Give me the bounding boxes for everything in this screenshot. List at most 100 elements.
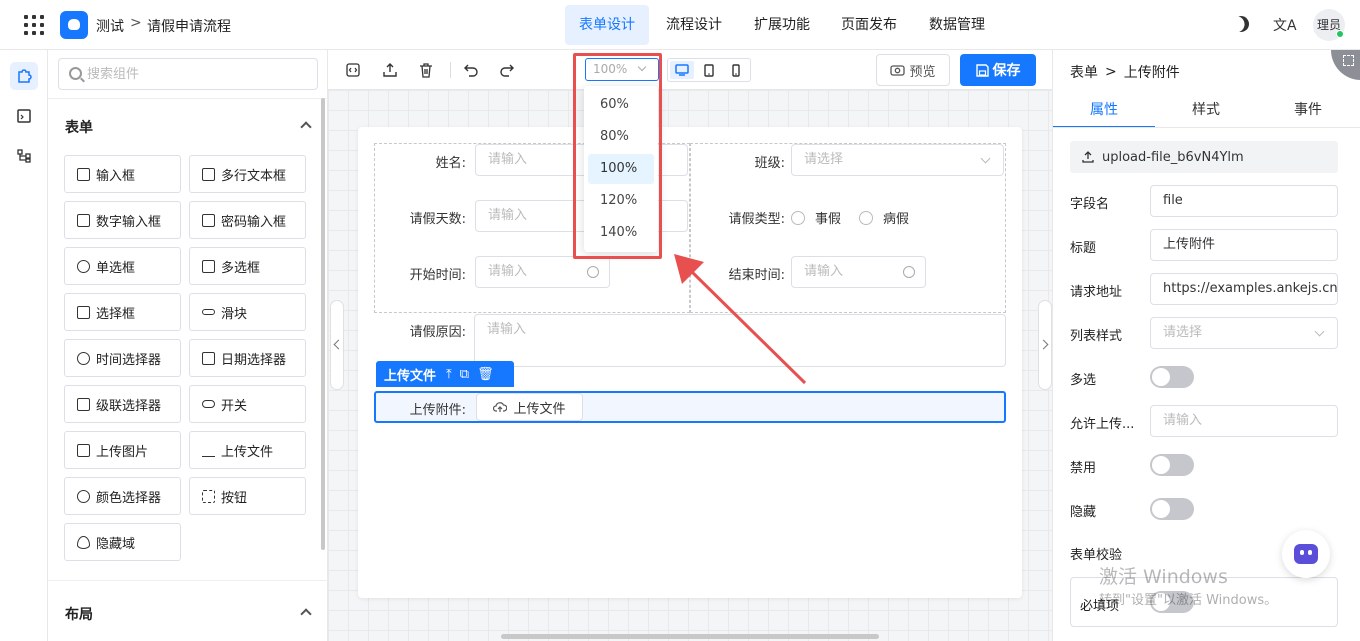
annotation-arrow [674,254,807,385]
tree-icon [17,149,31,163]
class-label: 班级: [754,156,785,171]
chevron-right-icon [1038,339,1049,350]
component-number[interactable]: 数字输入框 [64,201,181,239]
delete-icon[interactable]: 🗑 [477,367,494,382]
hidden-switch[interactable] [1150,498,1194,520]
breadcrumb-separator: > [130,15,142,31]
edit-icon [77,167,90,181]
undo-button[interactable] [463,62,479,78]
component-checkbox[interactable]: 多选框 [189,247,306,285]
canvas-horizontal-scrollbar[interactable] [501,634,879,639]
component-upload-file[interactable]: 上传文件 [189,431,306,469]
upload-field-row[interactable]: 上传附件: 上传文件 [374,391,1006,423]
tree-rail-button[interactable] [10,142,38,170]
component-button[interactable]: 按钮 [189,477,306,515]
copy-icon[interactable]: ⧉ [460,367,469,382]
nav-tab-form-design[interactable]: 表单设计 [565,5,649,45]
upload-label: 上传附件: [409,403,466,418]
nav-tab-publish[interactable]: 页面发布 [827,5,911,45]
code-box-icon [17,109,31,123]
image-icon [77,443,90,457]
nav-tab-extensions[interactable]: 扩展功能 [740,5,824,45]
dark-mode-icon[interactable] [1230,13,1252,35]
list-style-select[interactable]: 请选择 [1150,317,1338,349]
component-color-picker[interactable]: 颜色选择器 [64,477,181,515]
class-select[interactable]: 请选择 [791,144,1004,176]
tab-properties[interactable]: 属性 [1053,92,1155,128]
component-cascader[interactable]: 级联选择器 [64,385,181,423]
redo-button[interactable] [499,62,515,78]
camera-icon [890,65,906,76]
component-password[interactable]: 密码输入框 [189,201,306,239]
calendar-icon [202,351,215,365]
tablet-view-button[interactable] [697,61,721,79]
component-textarea[interactable]: 多行文本框 [189,155,306,193]
save-button[interactable]: 保存 [960,54,1036,86]
top-bar: 测试 > 请假申请流程 表单设计 流程设计 扩展功能 页面发布 数据管理 文A … [0,0,1360,50]
activation-watermark-title: 激活 Windows [1099,566,1228,588]
radio-circle [859,210,873,225]
title-input[interactable]: 上传附件 [1150,229,1338,261]
mobile-view-button[interactable] [724,61,748,79]
collapse-chevron-icon[interactable] [300,608,312,620]
lock-icon [202,213,215,227]
code-view-button[interactable] [345,62,361,78]
component-slider[interactable]: 滑块 [189,293,306,331]
code-rail-button[interactable] [10,102,38,130]
request-url-input[interactable]: https://examples.ankejs.cn, [1150,273,1338,305]
desktop-view-button[interactable] [670,61,694,79]
panel-scrollbar[interactable] [321,98,325,550]
toolbar-divider [450,62,451,78]
component-time-picker[interactable]: 时间选择器 [64,339,181,377]
tab-events[interactable]: 事件 [1257,92,1359,128]
clear-button[interactable] [418,62,434,78]
leave-type-radio-sick[interactable]: 病假 [859,208,909,227]
radio-circle [791,210,805,225]
component-hidden[interactable]: 隐藏域 [64,523,181,561]
radio-icon [77,259,90,273]
component-select[interactable]: 选择框 [64,293,181,331]
assistant-bot-button[interactable] [1282,530,1330,578]
selected-field-toolbar: 上传文件 ⤒ ⧉ 🗑 [376,361,514,387]
import-button[interactable] [382,62,398,78]
disabled-switch[interactable] [1150,454,1194,476]
property-breadcrumb: 表单 > 上传附件 [1070,64,1180,81]
collapse-chevron-icon[interactable] [300,121,312,133]
components-rail-button[interactable] [10,62,38,90]
component-input[interactable]: 输入框 [64,155,181,193]
component-date-picker[interactable]: 日期选择器 [189,339,306,377]
button-icon [202,489,215,503]
app-title[interactable]: 测试 [96,16,124,36]
days-label: 请假天数: [409,212,466,227]
slider-icon [202,309,215,315]
tab-style[interactable]: 样式 [1155,92,1257,128]
component-radio[interactable]: 单选框 [64,247,181,285]
component-switch[interactable]: 开关 [189,385,306,423]
collapse-right-panel-button[interactable] [1038,300,1052,390]
search-input[interactable] [87,64,307,84]
translate-icon[interactable]: 文A [1273,15,1297,35]
allow-upload-input[interactable]: 请输入 [1150,405,1338,437]
leave-type-radio-personal[interactable]: 事假 [791,208,841,227]
online-status-dot [1336,30,1344,38]
activation-watermark-subtitle: 转到"设置"以激活 Windows。 [1099,593,1278,608]
clock-icon [903,266,915,278]
field-name-input[interactable]: file [1150,185,1338,217]
icon-rail [0,50,48,641]
fullscreen-button[interactable] [1331,50,1360,80]
component-upload-image[interactable]: 上传图片 [64,431,181,469]
app-grid-icon[interactable] [24,15,44,35]
collapse-left-panel-button[interactable] [330,300,344,390]
start-time-input[interactable]: 请输入 [475,256,610,288]
trash-icon [420,63,432,78]
component-search[interactable] [58,58,318,90]
upload-file-button[interactable]: 上传文件 [476,393,583,421]
eye-off-icon [77,535,90,549]
monitor-icon [675,64,689,76]
multiple-switch[interactable] [1150,366,1194,388]
move-up-icon[interactable]: ⤒ [446,367,452,382]
preview-button[interactable]: 预览 [876,54,950,86]
checkbox-icon [202,259,215,273]
nav-tab-flow-design[interactable]: 流程设计 [652,5,736,45]
nav-tab-data[interactable]: 数据管理 [915,5,999,45]
